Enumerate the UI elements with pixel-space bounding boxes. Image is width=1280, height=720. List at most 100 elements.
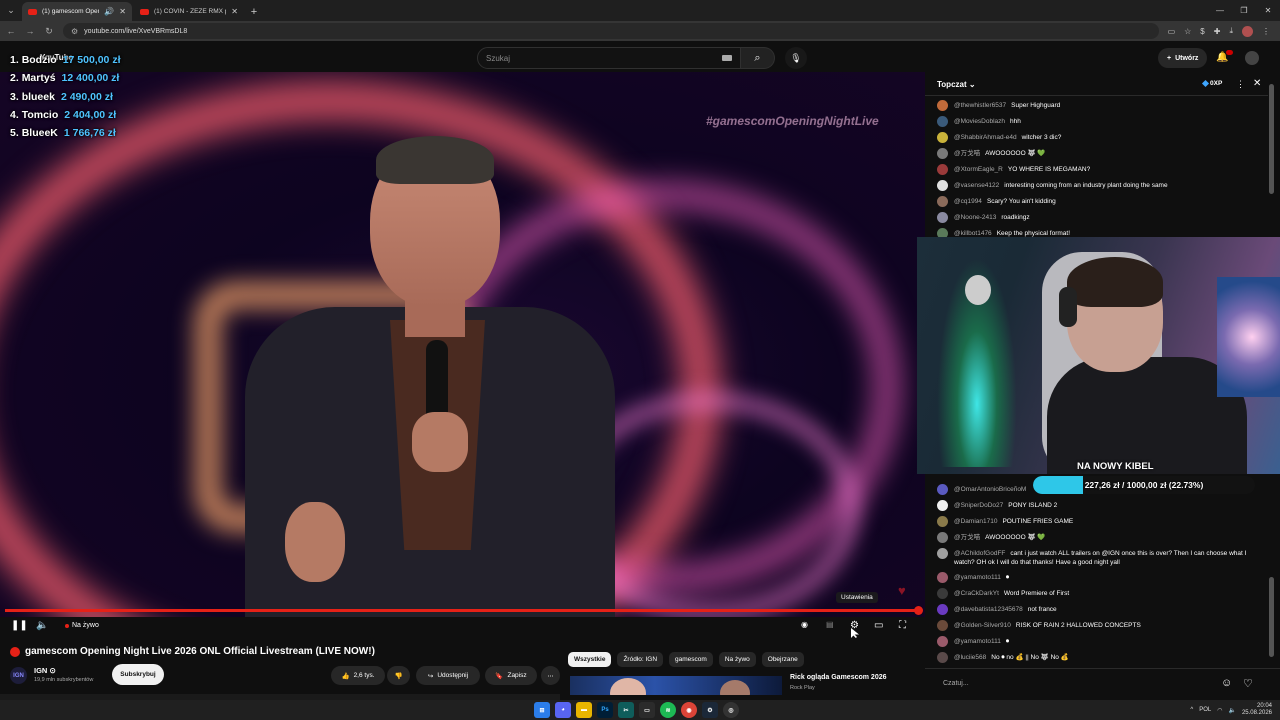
chat-author[interactable]: @MoviesDoblazh — [954, 118, 1005, 125]
autoplay-toggle-icon[interactable]: ◉ — [801, 620, 808, 629]
chat-avatar[interactable] — [937, 500, 948, 511]
browser-tab-2[interactable]: (1) COVIN - ZEZE RMX prod. Da... ✕ — [134, 2, 244, 21]
chip-watched[interactable]: Obejrzane — [761, 652, 804, 667]
chat-message[interactable]: @ShabbirAhmad-e4d witcher 3 dic? — [937, 132, 1263, 143]
chat-message[interactable]: @luciie568 No ⏺ no 💰 || No 🐺 No 💰 — [937, 652, 1263, 663]
chat-author[interactable]: @luciie568 — [954, 654, 986, 661]
emoji-icon[interactable]: ☺ — [1221, 677, 1232, 689]
progress-scrubber[interactable] — [914, 606, 923, 615]
discord-icon[interactable]: ◕ — [555, 702, 571, 718]
chat-author[interactable]: @CraCkDarkYt — [954, 590, 999, 597]
like-button[interactable]: 👍 2,6 tys. — [331, 666, 385, 685]
photoshop-icon[interactable]: Ps — [597, 702, 613, 718]
channel-avatar[interactable]: IGN — [10, 667, 27, 684]
chat-author[interactable]: @万戈喵 — [954, 534, 980, 541]
chat-message[interactable]: @XtormEagle_R YO WHERE IS MEGAMAN? — [937, 164, 1263, 175]
chat-author[interactable]: @XtormEagle_R — [954, 166, 1003, 173]
maximize-icon[interactable]: ❐ — [1232, 0, 1256, 21]
tab-search-icon[interactable]: ⌄ — [0, 0, 22, 21]
chat-message[interactable]: @Noone-2413 roadkingz — [937, 212, 1263, 223]
chat-avatar[interactable] — [937, 636, 948, 647]
chat-avatar[interactable] — [937, 148, 948, 159]
chip-all[interactable]: Wszystkie — [568, 652, 612, 667]
chat-message[interactable]: @yamamoto111 ⏺ — [937, 636, 1263, 647]
tray-chevron-icon[interactable]: ^ — [1190, 707, 1193, 713]
browser-tab-1[interactable]: (1) gamescom Opening Ni... 🔊 ✕ — [22, 2, 132, 21]
browser-menu-icon[interactable]: ⋮ — [1262, 27, 1270, 36]
chat-scrollbar[interactable] — [1269, 84, 1274, 194]
theater-mode-icon[interactable]: ▭ — [874, 620, 883, 631]
chat-author[interactable]: @万戈喵 — [954, 150, 980, 157]
profile-avatar[interactable] — [1242, 25, 1253, 37]
heart-icon[interactable]: ♡ — [1243, 677, 1253, 690]
chat-scrollbar[interactable] — [1269, 577, 1274, 657]
chat-avatar[interactable] — [937, 652, 948, 663]
chat-message[interactable]: @万戈喵 AWOOOOOO 🐺 💚 — [937, 148, 1263, 159]
chat-message[interactable]: @vasense4122 interesting coming from an i… — [937, 180, 1263, 191]
chat-avatar[interactable] — [937, 180, 948, 191]
windows-start-icon[interactable]: ⊞ — [534, 702, 550, 718]
chat-more-icon[interactable]: ⋮ — [1236, 79, 1245, 90]
chat-avatar[interactable] — [937, 164, 948, 175]
forward-icon[interactable]: → — [25, 26, 35, 36]
chat-author[interactable]: @AChildofGodFF — [954, 550, 1005, 557]
chat-close-icon[interactable]: ✕ — [1253, 78, 1261, 89]
puzzle-icon[interactable]: ✚ — [1214, 27, 1221, 36]
chat-author[interactable]: @Damian1710 — [954, 518, 997, 525]
downloads-icon[interactable]: ⤓ — [1229, 26, 1233, 36]
chat-message[interactable]: @Golden-Silver910 RISK OF RAIN 2 HALLOWED… — [937, 620, 1263, 631]
chat-message[interactable]: @yamamoto111 ⏺ — [937, 572, 1263, 583]
chat-avatar[interactable] — [937, 116, 948, 127]
chat-author[interactable]: @Noone-2413 — [954, 214, 996, 221]
chat-author[interactable]: @Golden-Silver910 — [954, 622, 1011, 629]
chrome-icon[interactable]: ◉ — [681, 702, 697, 718]
chat-message[interactable]: @AChildofGodFF cant i just watch ALL trai… — [937, 548, 1263, 567]
chat-message[interactable]: @davebatista12345678 not france — [937, 604, 1263, 615]
dislike-button[interactable]: 👎 — [387, 666, 410, 685]
share-button[interactable]: ↪ Udostępnij — [416, 666, 480, 685]
chat-avatar[interactable] — [937, 212, 948, 223]
chat-avatar[interactable] — [937, 588, 948, 599]
voice-search-button[interactable]: 🎙 — [785, 47, 807, 69]
chat-message[interactable]: @Damian1710 POUTINE FRIES GAME — [937, 516, 1263, 527]
chat-message[interactable]: @SniperDoDo27 PONY ISLAND 2 — [937, 500, 1263, 511]
terminal-icon[interactable]: ▭ — [639, 702, 655, 718]
chat-avatar[interactable] — [937, 604, 948, 615]
address-bar[interactable]: ⚙ youtube.com/live/XveVBRmsDL8 — [63, 23, 1159, 39]
create-button[interactable]: + Utwórz — [1158, 48, 1208, 68]
chip-source-ign[interactable]: Źródło: IGN — [617, 652, 664, 667]
speaker-icon[interactable]: 🔈 — [1228, 707, 1235, 714]
extension-icon[interactable]: $ — [1200, 27, 1204, 36]
recommended-video-channel[interactable]: Rock Play — [790, 685, 815, 691]
close-window-icon[interactable]: ✕ — [1256, 0, 1280, 21]
volume-icon[interactable]: 🔈 — [36, 620, 48, 631]
chat-author[interactable]: @OmarAntonioBriceñoM — [954, 486, 1026, 493]
chat-message[interactable]: @cq1994 Scary? You ain't kidding — [937, 196, 1263, 207]
chat-author[interactable]: @killbot1476 — [954, 230, 992, 237]
clock[interactable]: 20:04 25.08.2026 — [1242, 703, 1272, 717]
chat-avatar[interactable] — [937, 516, 948, 527]
chat-author[interactable]: @davebatista12345678 — [954, 606, 1023, 613]
chat-avatar[interactable] — [937, 532, 948, 543]
recommended-video-thumbnail[interactable] — [570, 676, 782, 695]
chat-avatar[interactable] — [937, 132, 948, 143]
wifi-icon[interactable]: ◠ — [1217, 707, 1222, 714]
chat-author[interactable]: @thewhistler6537 — [954, 102, 1006, 109]
minimize-icon[interactable]: — — [1208, 0, 1232, 21]
chat-message[interactable]: @万戈喵 AWOOOOOO 🐺 💚 — [937, 532, 1263, 543]
keyboard-icon[interactable] — [722, 55, 732, 61]
obs-icon[interactable]: ◎ — [723, 702, 739, 718]
subtitles-icon[interactable]: ▤ — [826, 620, 834, 629]
chat-message[interactable]: @MoviesDoblazh hhh — [937, 116, 1263, 127]
channel-name[interactable]: IGN ⊙ — [34, 666, 56, 675]
close-tab-icon[interactable]: ✕ — [119, 7, 126, 16]
spotify-icon[interactable]: ≋ — [660, 702, 676, 718]
chat-avatar[interactable] — [937, 548, 948, 559]
xp-badge[interactable]: 0XP — [1201, 79, 1222, 88]
video-player[interactable]: #gamescomOpeningNightLive ♥ — [0, 72, 925, 617]
chat-author[interactable]: @ShabbirAhmad-e4d — [954, 134, 1017, 141]
chip-live[interactable]: Na żywo — [718, 652, 756, 667]
steam-icon[interactable]: ⚙ — [702, 702, 718, 718]
chat-filter-dropdown[interactable]: Topczat ⌄ — [937, 80, 976, 89]
progress-bar[interactable] — [5, 609, 920, 612]
